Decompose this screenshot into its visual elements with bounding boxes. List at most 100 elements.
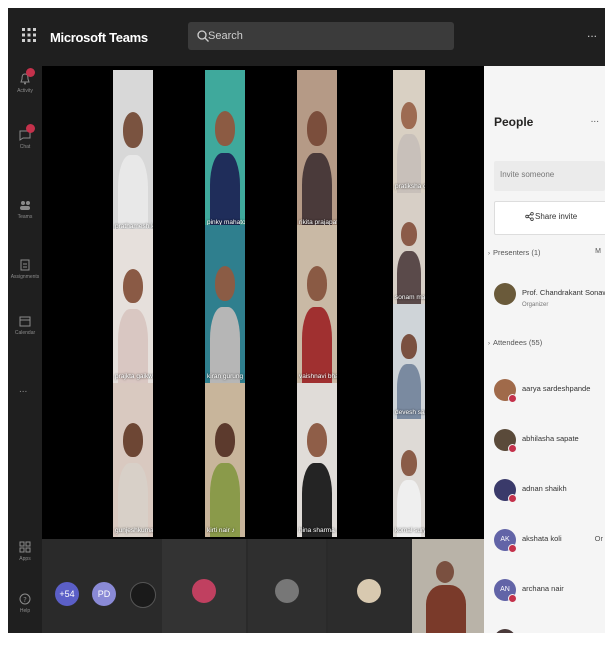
more-apps-icon[interactable]: ... — [19, 384, 27, 395]
panel-title: People — [494, 115, 534, 129]
participant-face — [307, 423, 327, 457]
mute-all-button[interactable]: M — [595, 248, 601, 255]
participant-video-tile[interactable]: sonam maurya ♪ — [393, 193, 425, 304]
participant-body — [302, 153, 332, 229]
video-gallery: prathamesh kothari ♪ pinky mahato ♪ rikita… — [42, 66, 484, 539]
participant-face — [215, 266, 235, 301]
participant-face — [436, 561, 454, 583]
strip-video-tile[interactable] — [162, 539, 246, 633]
participant-body — [302, 307, 332, 383]
help-icon: ? — [19, 593, 31, 605]
notification-badge — [26, 68, 35, 77]
presence-status-icon — [508, 494, 517, 503]
rail-item-assignments[interactable]: Assignments — [8, 254, 42, 298]
app-bar: Activity Chat Teams Assignments Calendar… — [8, 66, 42, 633]
participant-name-tag: prajkta gaikwad ♪ — [115, 373, 153, 380]
search-input[interactable]: Search — [188, 22, 454, 50]
rail-item-chat[interactable]: Chat — [8, 124, 42, 168]
strip-video-tile[interactable] — [248, 539, 326, 633]
app-launcher-icon[interactable] — [20, 26, 38, 44]
participant-name: devesh sarpute — [395, 409, 425, 416]
participant-name: kirti nair — [207, 527, 230, 534]
presenter-item[interactable]: Prof. Chandrakant Sonawane Organizer — [494, 280, 605, 316]
avatar-initials: AN — [500, 586, 510, 593]
rail-label-apps: Apps — [19, 556, 31, 562]
attendees-section-header[interactable]: › Attendees (55) — [488, 338, 542, 347]
rail-item-teams[interactable]: Teams — [8, 194, 42, 238]
participant-name-tag: sonam maurya ♪ — [395, 294, 425, 301]
participant-video-tile[interactable]: kirti nair ♪ — [205, 383, 245, 537]
rail-label-calendar: Calendar — [14, 330, 36, 336]
participant-video-tile[interactable]: kiran gurung ♪ — [205, 225, 245, 383]
attendee-item[interactable]: AN archana nair — [494, 576, 605, 612]
participant-video-tile[interactable]: prajkta gaikwad ♪ — [113, 229, 153, 383]
participant-initials-avatar[interactable]: PD — [92, 582, 116, 606]
participant-body — [118, 309, 148, 383]
teams-window: Microsoft Teams Search ... Activity Chat… — [8, 8, 605, 633]
participant-face — [215, 111, 235, 146]
participant-name: sonam maurya — [395, 294, 425, 301]
attendee-item[interactable]: AK akshata koli Or — [494, 526, 605, 562]
participant-body — [210, 307, 240, 383]
rail-label-teams: Teams — [17, 214, 33, 220]
strip-video-tile[interactable] — [328, 539, 410, 633]
participant-body — [210, 153, 240, 229]
participant-face — [123, 112, 143, 148]
participant-avatar — [357, 579, 381, 603]
presenter-role: Organizer — [522, 302, 549, 308]
presenter-name: Prof. Chandrakant Sonawane — [522, 288, 605, 297]
participant-video-tile[interactable]: pinky mahato ♪ — [205, 70, 245, 229]
participant-name: vaishnavi bhagwat — [299, 373, 337, 380]
attendee-name: akshata koli — [522, 534, 562, 543]
participant-name-tag: komal suryawanshi ♪ — [395, 527, 425, 534]
participant-video-tile[interactable]: pratiksha dubey ♪ — [393, 70, 425, 193]
participant-video-tile[interactable]: gunjeshkumar singh ♪ — [113, 383, 153, 537]
participant-video-tile[interactable]: rikita prajapati ♪ — [297, 70, 337, 229]
rail-item-calendar[interactable]: Calendar — [8, 310, 42, 354]
participant-name-tag: vaishnavi bhagwat ♪ — [299, 373, 337, 380]
participant-body — [302, 463, 332, 537]
rail-item-help[interactable]: ? Help — [8, 588, 42, 632]
page-footer — [8, 633, 605, 645]
attendee-name: abhilasha sapate — [522, 434, 579, 443]
participant-video-tile[interactable]: hina sharma ♪ — [297, 383, 337, 537]
panel-more-icon[interactable]: ... — [591, 114, 599, 125]
attendee-name: aarya sardeshpande — [522, 384, 591, 393]
attendee-extra: Or — [594, 534, 603, 543]
participant-video-tile[interactable]: prathamesh kothari ♪ — [113, 70, 153, 233]
search-placeholder: Search — [208, 30, 243, 42]
participant-face — [307, 111, 327, 146]
self-video-tile[interactable] — [412, 539, 484, 633]
caret-down-icon: › — [488, 251, 490, 257]
attendee-item[interactable]: abhilasha sapate — [494, 426, 605, 462]
avatar-initials: AK — [500, 536, 510, 543]
apps-icon — [19, 541, 31, 553]
invite-someone-input[interactable]: Invite someone — [494, 161, 605, 191]
participant-name-tag: devesh sarpute ♪ — [395, 409, 425, 416]
participant-avatar[interactable] — [130, 582, 156, 608]
participant-name: prajkta gaikwad — [115, 373, 153, 380]
attendee-item[interactable]: babu kumar yadav — [494, 626, 605, 633]
share-invite-label: Share invite — [535, 212, 578, 221]
invite-placeholder: Invite someone — [500, 170, 555, 179]
participant-video-tile[interactable]: komal suryawanshi ♪ — [393, 419, 425, 537]
avatar — [494, 283, 516, 305]
share-invite-button[interactable]: Share invite — [494, 201, 605, 235]
attendee-item[interactable]: aarya sardeshpande — [494, 376, 605, 412]
participant-video-tile[interactable]: devesh sarpute ♪ — [393, 304, 425, 419]
more-options-icon[interactable]: ... — [587, 26, 597, 40]
presenters-section-header[interactable]: › Presenters (1) — [488, 248, 541, 257]
participant-face — [123, 423, 143, 457]
participant-face — [215, 423, 235, 457]
overflow-participants-button[interactable]: +54 — [55, 582, 79, 606]
participant-name: pratiksha dubey — [395, 183, 425, 190]
presence-status-icon — [508, 444, 517, 453]
rail-item-activity[interactable]: Activity — [8, 68, 42, 112]
presence-status-icon — [508, 394, 517, 403]
title-bar: Microsoft Teams Search ... — [8, 8, 605, 66]
participant-face — [123, 269, 143, 303]
rail-item-apps[interactable]: Apps — [8, 536, 42, 580]
participant-face — [401, 450, 417, 476]
attendee-item[interactable]: adnan shaikh — [494, 476, 605, 512]
participant-video-tile[interactable]: vaishnavi bhagwat ♪ — [297, 225, 337, 383]
